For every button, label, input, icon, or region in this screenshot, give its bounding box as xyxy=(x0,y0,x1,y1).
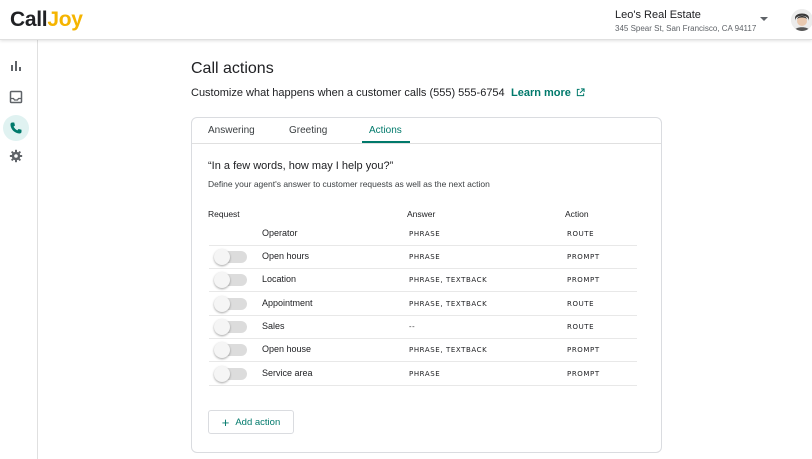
enable-toggle[interactable] xyxy=(214,319,247,335)
toggle-knob xyxy=(214,272,230,288)
table-row[interactable]: Location PHRASE, TEXTBACK PROMPT xyxy=(209,269,637,292)
row-answer: -- xyxy=(409,323,416,331)
main-content: Call actions Customize what happens when… xyxy=(38,40,812,459)
table-row[interactable]: Open house PHRASE, TEXTBACK PROMPT xyxy=(209,339,637,362)
row-action: ROUTE xyxy=(567,323,595,331)
external-link-icon xyxy=(576,88,585,97)
business-selector[interactable]: Leo's Real Estate 345 Spear St, San Fran… xyxy=(615,9,756,34)
row-action: PROMPT xyxy=(567,346,600,354)
business-address: 345 Spear St, San Francisco, CA 94117 xyxy=(615,24,757,33)
row-answer: PHRASE xyxy=(409,253,441,261)
add-action-label: Add action xyxy=(235,416,281,428)
table-row[interactable]: Appointment PHRASE, TEXTBACK ROUTE xyxy=(209,293,637,316)
toggle-knob xyxy=(214,366,230,382)
bar-chart-icon xyxy=(11,61,21,71)
learn-more-link[interactable]: Learn more xyxy=(511,87,585,99)
row-answer: PHRASE, TEXTBACK xyxy=(409,276,488,284)
enable-toggle[interactable] xyxy=(214,272,247,288)
row-action: ROUTE xyxy=(567,300,595,308)
column-header-request: Request xyxy=(208,209,240,219)
row-action: PROMPT xyxy=(567,253,600,261)
chevron-down-icon[interactable] xyxy=(760,17,768,21)
column-header-answer: Answer xyxy=(407,209,436,219)
row-request: Open hours xyxy=(262,251,310,261)
row-action: PROMPT xyxy=(567,370,600,378)
tab-bar: Answering Greeting Actions xyxy=(192,118,661,144)
phone-icon xyxy=(10,122,22,134)
row-answer: PHRASE xyxy=(409,230,441,238)
tab-greeting[interactable]: Greeting xyxy=(289,125,327,136)
nav-insights[interactable] xyxy=(3,53,29,79)
table-row[interactable]: Open hours PHRASE PROMPT xyxy=(209,246,637,269)
row-answer: PHRASE, TEXTBACK xyxy=(409,346,488,354)
row-request: Service area xyxy=(262,368,313,378)
row-request: Location xyxy=(262,274,297,284)
avatar[interactable] xyxy=(791,9,812,31)
section-description: Define your agent's answer to customer r… xyxy=(208,179,490,189)
nav-call-actions[interactable] xyxy=(3,115,29,141)
table-row[interactable]: Sales -- ROUTE xyxy=(209,316,637,339)
top-bar: CallJoy Leo's Real Estate 345 Spear St, … xyxy=(0,0,812,40)
plus-icon: + xyxy=(221,414,230,430)
table-row[interactable]: Operator PHRASE ROUTE xyxy=(209,223,637,246)
toggle-knob xyxy=(214,342,230,358)
business-name: Leo's Real Estate xyxy=(615,9,701,21)
user-avatar-icon xyxy=(791,9,812,31)
table-row[interactable]: Service area PHRASE PROMPT xyxy=(209,363,637,386)
tab-actions[interactable]: Actions xyxy=(369,125,402,136)
page-title: Call actions xyxy=(191,60,274,77)
row-request: Open house xyxy=(262,344,312,354)
toggle-knob xyxy=(214,296,230,312)
page-subtitle: Customize what happens when a customer c… xyxy=(191,87,505,99)
section-question: “In a few words, how may I help you?” xyxy=(208,160,394,172)
logo-text-call: Call xyxy=(10,8,48,31)
toggle-knob xyxy=(214,319,230,335)
enable-toggle[interactable] xyxy=(214,296,247,312)
nav-inbox[interactable] xyxy=(3,84,29,110)
enable-toggle[interactable] xyxy=(214,249,247,265)
row-request: Sales xyxy=(262,321,285,331)
row-request: Appointment xyxy=(262,298,313,308)
add-action-button[interactable]: + Add action xyxy=(208,410,294,434)
tab-answering[interactable]: Answering xyxy=(208,125,255,136)
logo-text-joy: Joy xyxy=(47,8,83,31)
active-tab-indicator xyxy=(362,141,410,143)
row-action: PROMPT xyxy=(567,276,600,284)
row-answer: PHRASE xyxy=(409,370,441,378)
row-action: ROUTE xyxy=(567,230,595,238)
row-answer: PHRASE, TEXTBACK xyxy=(409,300,488,308)
gear-icon xyxy=(9,149,23,163)
row-request: Operator xyxy=(262,228,298,238)
calljoy-logo[interactable]: CallJoy xyxy=(10,8,83,32)
enable-toggle[interactable] xyxy=(214,366,247,382)
side-nav xyxy=(0,40,38,459)
inbox-icon xyxy=(9,90,23,104)
learn-more-label: Learn more xyxy=(511,87,571,99)
toggle-knob xyxy=(214,249,230,265)
enable-toggle[interactable] xyxy=(214,342,247,358)
nav-settings[interactable] xyxy=(3,143,29,169)
column-header-action: Action xyxy=(565,209,589,219)
call-actions-card: Answering Greeting Actions “In a few wor… xyxy=(191,117,662,453)
